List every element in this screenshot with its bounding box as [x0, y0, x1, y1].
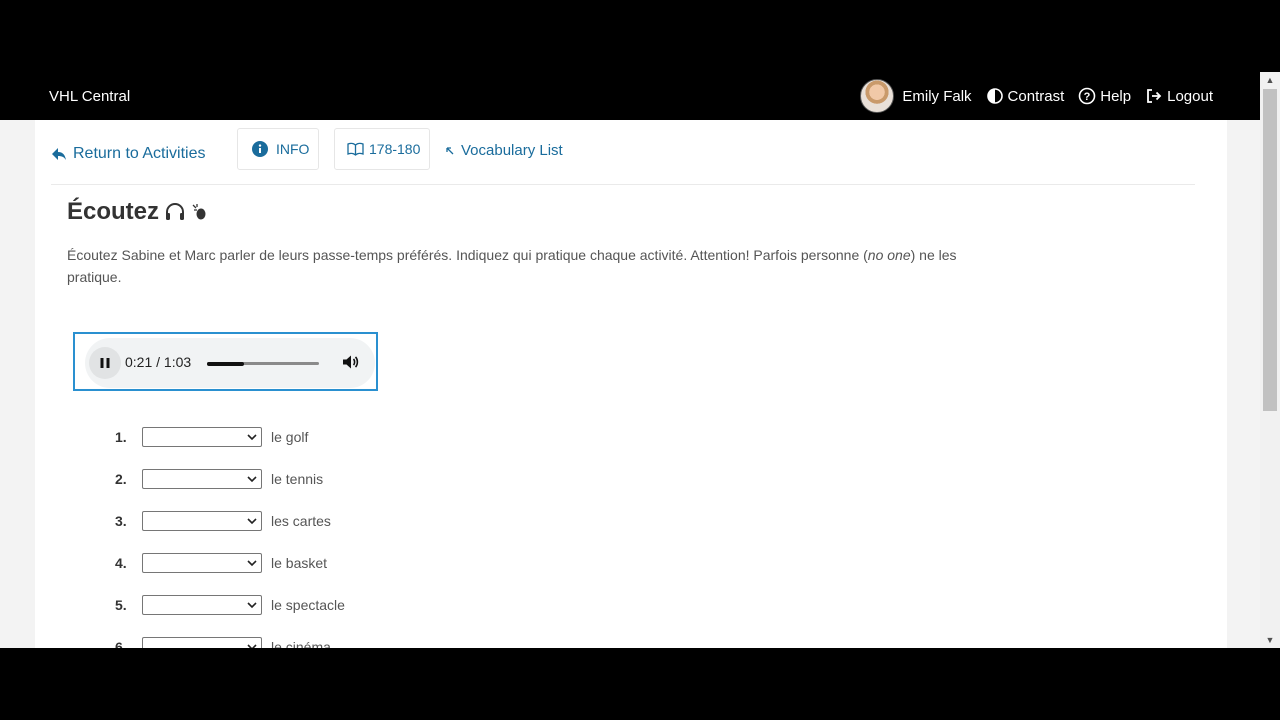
chevron-down-icon: [247, 602, 257, 609]
audio-player[interactable]: 0:21 / 1:03: [85, 338, 375, 388]
pause-button[interactable]: [89, 347, 121, 379]
brand-logo[interactable]: VHL Central: [49, 88, 130, 105]
contrast-label: Contrast: [1007, 87, 1065, 105]
instructions-text: Écoutez Sabine et Marc parler de leurs p…: [67, 247, 868, 263]
contrast-icon: [986, 88, 1003, 104]
pause-icon: [100, 358, 110, 368]
answer-dropdown[interactable]: [142, 469, 262, 489]
audio-player-focus-frame: 0:21 / 1:03: [73, 332, 378, 391]
activity-label: le basket: [271, 555, 328, 571]
activity-label: le tennis: [271, 471, 324, 487]
question-number: 4.: [115, 555, 127, 571]
question-row: 6. le cinéma: [115, 636, 515, 648]
logout-icon: [1147, 89, 1162, 103]
answer-dropdown[interactable]: [142, 637, 262, 648]
chevron-down-icon: [247, 644, 257, 648]
page-scrollbar[interactable]: ▲ ▼: [1260, 72, 1280, 648]
scroll-thumb[interactable]: [1263, 89, 1277, 411]
user-avatar[interactable]: [860, 79, 895, 113]
audio-time-display: 0:21 / 1:03: [125, 354, 191, 370]
vocab-label: Vocabulary List: [461, 142, 563, 159]
chevron-down-icon: [247, 434, 257, 441]
activity-label: les cartes: [271, 513, 331, 529]
answer-dropdown[interactable]: [142, 553, 262, 573]
return-to-activities-link[interactable]: Return to Activities: [51, 145, 206, 163]
page-viewport: Return to Activities INFO 178-180 Vocabu…: [0, 120, 1260, 648]
activity-title-text: Écoutez: [67, 198, 160, 225]
question-number: 5.: [115, 597, 127, 613]
vocabulary-list-link[interactable]: Vocabulary List: [445, 142, 563, 159]
reply-arrow-icon: [52, 148, 66, 160]
question-row: 3. les cartes: [115, 510, 515, 532]
scroll-down-arrow-icon[interactable]: ▼: [1260, 632, 1280, 648]
audio-seek-progress: [207, 361, 244, 366]
info-label: INFO: [276, 141, 310, 157]
book-icon: [347, 142, 364, 156]
user-name-link[interactable]: Emily Falk: [902, 88, 971, 105]
activity-label: le cinéma: [271, 639, 331, 648]
pages-label: 178-180: [369, 141, 421, 157]
question-number: 6.: [115, 639, 127, 648]
help-label: Help: [1100, 87, 1132, 105]
activity-label: le spectacle: [271, 597, 345, 613]
activity-instructions: Écoutez Sabine et Marc parler de leurs p…: [67, 244, 1002, 288]
question-number: 3.: [115, 513, 127, 529]
info-button[interactable]: INFO: [237, 128, 319, 170]
audio-time-separator: /: [152, 354, 164, 370]
chevron-down-icon: [247, 476, 257, 483]
logout-button[interactable]: Logout: [1145, 87, 1213, 105]
svg-text:?: ?: [1084, 91, 1091, 103]
activity-panel: Return to Activities INFO 178-180 Vocabu…: [35, 120, 1227, 648]
info-icon: [252, 141, 268, 157]
question-number: 1.: [115, 429, 127, 445]
help-button[interactable]: ? Help: [1078, 87, 1131, 105]
activity-title: Écoutez: [67, 198, 207, 226]
chevron-down-icon: [247, 518, 257, 525]
answer-dropdown[interactable]: [142, 595, 262, 615]
answer-dropdown[interactable]: [142, 511, 262, 531]
chevron-down-icon: [247, 560, 257, 567]
question-row: 1. le golf: [115, 426, 515, 448]
audio-seek-bar[interactable]: [207, 361, 319, 366]
audio-current-time: 0:21: [125, 354, 153, 370]
question-number: 2.: [115, 471, 127, 487]
toolbar-divider: [51, 184, 1195, 185]
question-row: 5. le spectacle: [115, 594, 515, 616]
return-label: Return to Activities: [73, 145, 206, 162]
volume-icon[interactable]: [341, 353, 359, 371]
logout-label: Logout: [1167, 87, 1213, 105]
question-row: 2. le tennis: [115, 468, 515, 490]
scroll-up-arrow-icon[interactable]: ▲: [1260, 72, 1280, 88]
activity-label: le golf: [271, 429, 309, 445]
user-name: Emily Falk: [902, 87, 972, 105]
instructions-emphasis: no one: [867, 247, 911, 263]
contrast-button[interactable]: Contrast: [986, 87, 1065, 105]
activity-toolbar: Return to Activities: [51, 128, 206, 180]
help-icon: ?: [1078, 87, 1096, 105]
audio-duration: 1:03: [163, 354, 192, 370]
headphones-icon: [166, 203, 185, 220]
arrow-up-left-icon: [446, 146, 454, 154]
answer-dropdown[interactable]: [142, 427, 262, 447]
user-nav: Emily Falk Contrast ? Help Logout: [860, 79, 1213, 113]
question-row: 4. le basket: [115, 552, 515, 574]
textbook-pages-button[interactable]: 178-180: [334, 128, 430, 170]
mouse-click-icon: [192, 204, 206, 220]
top-navbar: VHL Central Emily Falk Contrast ? Help L…: [0, 72, 1260, 120]
